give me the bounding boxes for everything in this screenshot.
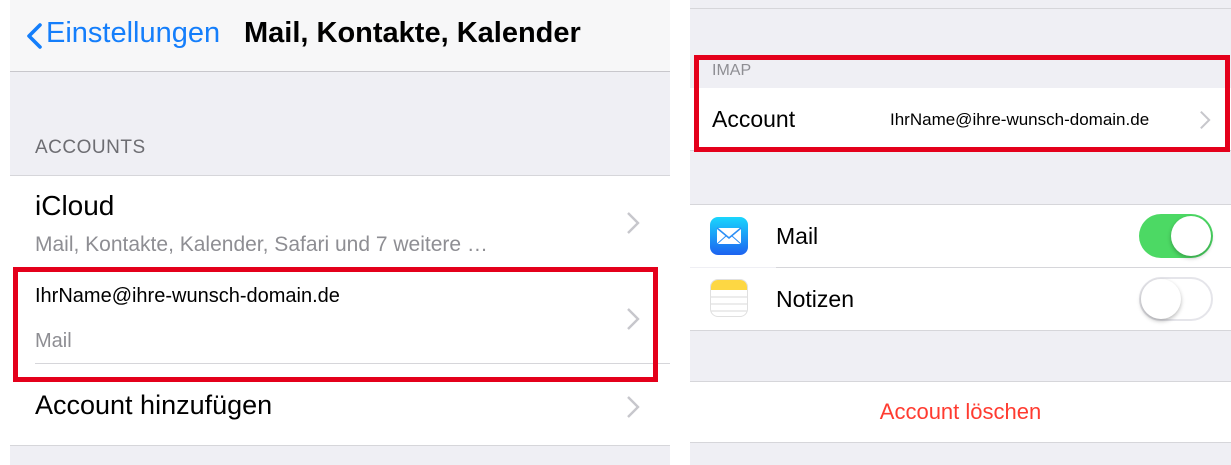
chevron-right-icon (627, 396, 640, 418)
chevron-right-icon (627, 212, 640, 234)
highlight-frame (13, 267, 658, 382)
accounts-settings-panel: Einstellungen Mail, Kontakte, Kalender A… (10, 0, 670, 465)
icloud-title: iCloud (35, 190, 115, 221)
divider (690, 8, 1231, 9)
divider (690, 330, 1231, 331)
divider (10, 445, 670, 446)
navigation-bar: Einstellungen Mail, Kontakte, Kalender (10, 0, 670, 72)
accounts-section-header: ACCOUNTS (35, 137, 146, 158)
toggle-knob (1171, 216, 1211, 256)
mail-service-row: Mail (690, 205, 1231, 267)
mail-label: Mail (776, 223, 819, 249)
add-account-label: Account hinzufügen (35, 390, 273, 420)
mail-toggle[interactable] (1139, 214, 1213, 258)
divider (690, 442, 1231, 443)
toggle-knob (1141, 279, 1181, 319)
back-chevron-icon[interactable] (24, 22, 44, 50)
page-title: Mail, Kontakte, Kalender (244, 17, 581, 49)
notes-app-icon (710, 279, 748, 317)
notes-toggle[interactable] (1139, 277, 1213, 321)
notes-service-row: Notizen (690, 268, 1231, 330)
back-button[interactable]: Einstellungen (46, 17, 220, 50)
mail-app-icon (710, 217, 748, 255)
delete-account-button[interactable]: Account löschen (690, 399, 1231, 425)
highlight-frame (694, 55, 1230, 152)
icloud-account-row[interactable]: iCloud Mail, Kontakte, Kalender, Safari … (10, 176, 670, 269)
notes-label: Notizen (776, 286, 854, 312)
account-detail-panel: IMAP Account IhrName@ihre-wunsch-domain.… (690, 0, 1231, 465)
icloud-subtitle: Mail, Kontakte, Kalender, Safari und 7 w… (35, 233, 488, 256)
delete-account-row[interactable]: Account löschen (690, 382, 1231, 442)
